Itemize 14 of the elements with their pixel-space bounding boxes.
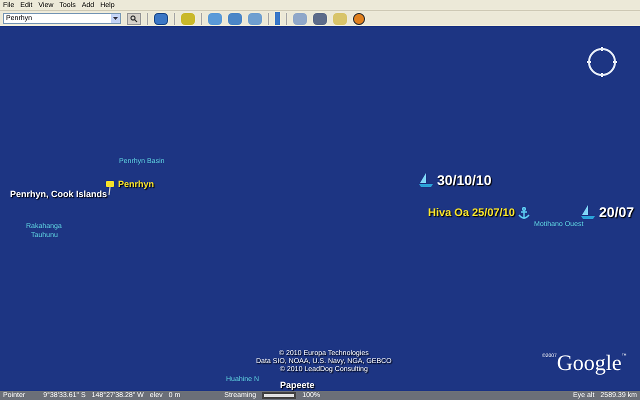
- navigation-compass-icon[interactable]: [586, 46, 618, 78]
- place-label: Hiva Oa 25/07/10: [428, 208, 515, 219]
- google-logo: Google: [556, 352, 622, 374]
- place-label: Papeete: [280, 381, 315, 390]
- pin-label: Penrhyn: [118, 180, 154, 189]
- dropdown-icon[interactable]: [111, 14, 120, 23]
- search-icon: [130, 14, 138, 22]
- date-label: 30/10/10: [437, 173, 492, 187]
- date-label: 20/07: [599, 205, 634, 219]
- search-button[interactable]: [127, 12, 141, 24]
- place-label: Penrhyn, Cook Islands: [10, 190, 108, 199]
- sailboat-icon[interactable]: [580, 204, 596, 220]
- anchor-icon[interactable]: [518, 207, 530, 220]
- sailboat-icon[interactable]: [418, 172, 434, 188]
